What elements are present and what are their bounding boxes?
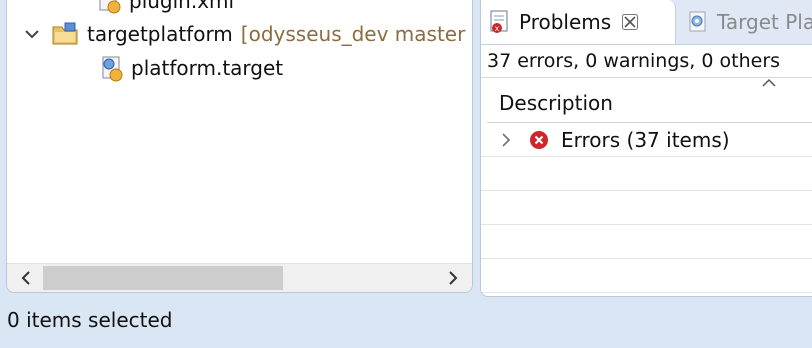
tab-label: Problems [519,10,612,34]
error-group-label: Errors (37 items) [561,127,730,152]
folder-project-icon [52,22,78,45]
target-file-icon [689,11,706,32]
problems-pane: x Problems Target Pla 37 errors, 0 warni… [480,0,812,297]
close-icon[interactable] [621,13,639,31]
horizontal-scrollbar[interactable] [7,263,472,292]
chevron-down-icon[interactable] [21,23,43,45]
problems-group-row[interactable]: Errors (37 items) [481,123,812,157]
scrollbar-thumb[interactable] [43,266,283,290]
table-row [481,157,812,191]
table-row [481,191,812,225]
tree-item-platform-target[interactable]: platform.target [97,53,283,83]
tree-item-plugin-xml[interactable]: plugin.xml [95,0,234,16]
scroll-right-button[interactable] [438,264,468,292]
view-tab-bar: x Problems Target Pla [481,0,812,45]
tab-problems[interactable]: x Problems [481,0,676,44]
column-header-label: Description [499,91,613,115]
project-label: targetplatform [87,22,233,46]
plugin-xml-file-icon [99,0,121,14]
tree-item-label: platform.target [131,56,284,80]
sort-arrow-icon [762,78,776,87]
problems-summary: 37 errors, 0 warnings, 0 others [487,50,781,72]
svg-text:x: x [495,24,500,33]
status-bar: 0 items selected [0,300,812,340]
status-text: 0 items selected [7,308,173,332]
package-explorer-pane: plugin.xml targetplatform [odysseus_dev … [6,0,473,293]
tree-item-targetplatform[interactable]: targetplatform [odysseus_dev master b [21,19,473,49]
column-header-description[interactable]: Description [487,78,812,123]
table-row [481,259,812,293]
target-file-icon [102,56,123,82]
chevron-right-icon [449,271,458,285]
scroll-left-button[interactable] [11,264,41,292]
tab-target-platform[interactable]: Target Pla [679,0,812,44]
error-icon [530,130,548,149]
tree-item-label: plugin.xml [129,0,235,13]
table-row [481,225,812,259]
chevron-right-icon[interactable] [497,131,515,149]
chevron-left-icon [21,271,30,285]
git-branch-decoration: [odysseus_dev master b [240,22,473,46]
tab-label: Target Pla [717,10,812,34]
problems-icon: x [490,10,508,33]
